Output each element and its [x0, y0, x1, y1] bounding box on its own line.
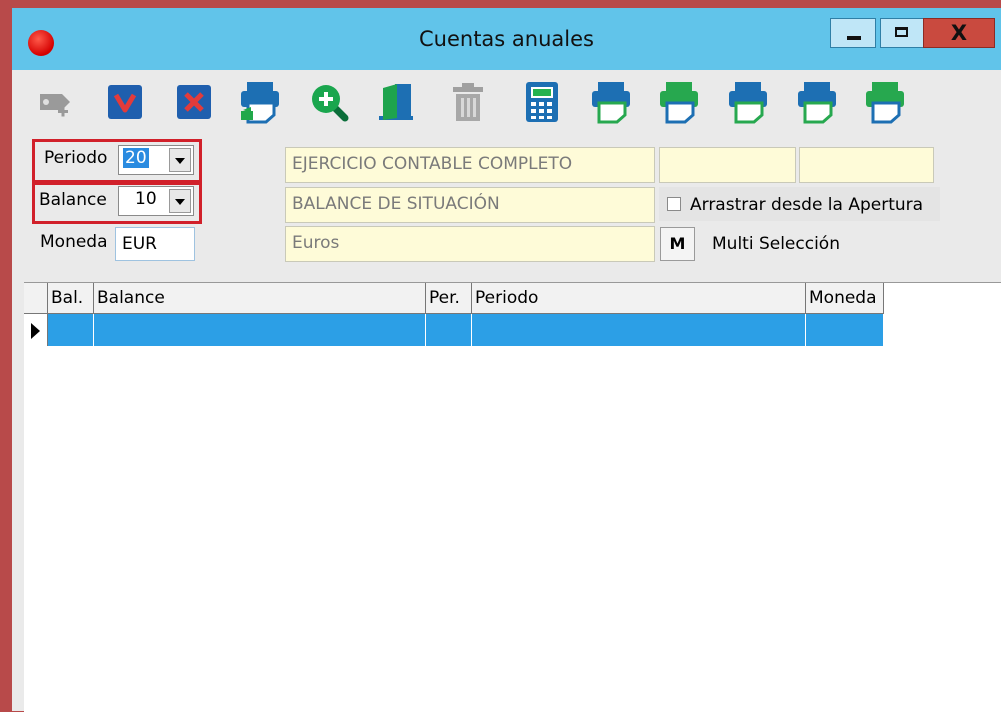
grid-corner-header [24, 283, 48, 314]
print-green-icon [660, 82, 698, 124]
print-blue-green-button[interactable] [795, 78, 839, 126]
extra-field-1 [659, 147, 796, 183]
print-blue-green-icon [798, 82, 836, 124]
column-header-per[interactable]: Per. [426, 283, 472, 314]
row-indicator[interactable] [24, 314, 48, 346]
balance-grid[interactable]: Bal. Balance Per. Periodo Moneda [24, 282, 1001, 712]
arrastrar-checkbox[interactable] [667, 197, 681, 211]
print-blue-icon [592, 82, 630, 124]
delete-button[interactable] [446, 78, 490, 126]
print-green-icon [866, 82, 904, 124]
print-green-button-3[interactable] [863, 78, 907, 126]
table-cell-periodo[interactable] [472, 314, 806, 346]
calculator-button[interactable] [520, 78, 564, 126]
toolbar [12, 70, 1001, 132]
cancel-icon [177, 85, 211, 119]
balance-value: 10 [135, 189, 157, 209]
title-bar[interactable]: Cuentas anuales X [12, 8, 1001, 70]
multi-seleccion-label: Multi Selección [712, 234, 840, 254]
moneda-description-field: Euros [285, 226, 655, 262]
minimize-button[interactable] [830, 18, 876, 48]
balance-combo[interactable]: 10 [118, 186, 194, 216]
exit-door-icon [379, 84, 413, 120]
close-button[interactable]: X [923, 18, 995, 48]
accept-icon [108, 85, 142, 119]
periodo-value: 20 [123, 148, 149, 168]
print-green-icon [729, 82, 767, 124]
print-button[interactable] [238, 78, 282, 126]
print-green-button-1[interactable] [657, 78, 701, 126]
arrastrar-label: Arrastrar desde la Apertura [690, 195, 924, 215]
delete-disabled-icon [453, 83, 483, 121]
periodo-label: Periodo [44, 148, 108, 168]
table-cell-balance[interactable] [94, 314, 426, 346]
chevron-down-icon[interactable] [169, 148, 191, 172]
search-icon [312, 85, 349, 122]
chevron-down-icon[interactable] [169, 189, 191, 213]
table-cell-per[interactable] [426, 314, 472, 346]
arrastrar-checkbox-row[interactable]: Arrastrar desde la Apertura [659, 187, 940, 221]
print-green-button-2[interactable] [726, 78, 770, 126]
m-button[interactable]: M [660, 227, 695, 261]
accept-button[interactable] [103, 78, 147, 126]
table-cell-moneda[interactable] [806, 314, 884, 346]
periodo-combo[interactable]: 20 [118, 145, 194, 175]
column-header-periodo[interactable]: Periodo [472, 283, 806, 314]
column-header-balance[interactable]: Balance [94, 283, 426, 314]
moneda-label: Moneda [40, 232, 108, 252]
calculator-icon [526, 82, 558, 122]
print-blue-button[interactable] [589, 78, 633, 126]
row-pointer-icon [31, 323, 40, 339]
table-cell-bal[interactable] [48, 314, 94, 346]
moneda-input[interactable]: EUR [115, 227, 195, 261]
exit-button[interactable] [374, 78, 418, 126]
client-area: Periodo 20 Balance 10 Moneda EUR EJERCIC… [12, 70, 1001, 712]
balance-description-field: BALANCE DE SITUACIÓN [285, 187, 655, 223]
add-disabled-icon [40, 94, 70, 117]
app-window: Cuentas anuales X Periodo 20 Balance 10 … [12, 8, 1001, 712]
print-icon [241, 82, 279, 124]
column-header-moneda[interactable]: Moneda [806, 283, 884, 314]
cancel-button[interactable] [172, 78, 216, 126]
search-button[interactable] [307, 78, 351, 126]
column-header-bal[interactable]: Bal. [48, 283, 94, 314]
balance-label: Balance [39, 190, 107, 210]
extra-field-2 [799, 147, 934, 183]
periodo-description-field: EJERCICIO CONTABLE COMPLETO [285, 147, 655, 183]
add-button[interactable] [34, 78, 78, 126]
maximize-button[interactable] [880, 18, 924, 48]
